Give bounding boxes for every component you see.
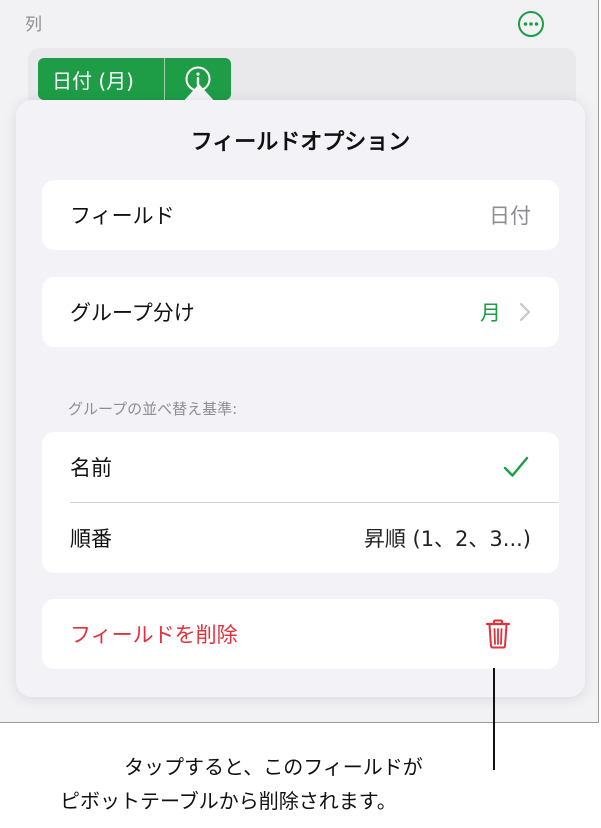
field-card: フィールド 日付	[42, 180, 559, 250]
trash-icon	[485, 619, 511, 649]
ellipsis-circle-icon	[518, 11, 544, 37]
callout-line-1: タップすると、このフィールドが	[124, 755, 423, 779]
chevron-right-icon	[519, 302, 531, 322]
sort-order-row[interactable]: 順番 昇順 (1、2、3...)	[42, 503, 559, 573]
column-section-label: 列	[25, 15, 42, 35]
field-row-value: 日付	[489, 204, 531, 228]
grouping-card: グループ分け 月	[42, 277, 559, 347]
sort-name-label: 名前	[70, 456, 112, 480]
sort-order-value: 昇順 (1、2、3...)	[363, 527, 531, 551]
popover-title: フィールドオプション	[190, 130, 411, 155]
grouping-row-value: 月	[480, 301, 501, 325]
grouping-row[interactable]: グループ分け 月	[42, 277, 559, 347]
field-row-label: フィールド	[70, 204, 175, 228]
sort-section-header: グループの並べ替え基準:	[68, 400, 238, 418]
callout-line-2: ピボットテーブルから削除されます。	[60, 789, 397, 813]
delete-field-label: フィールドを削除	[70, 623, 238, 647]
sort-card: 名前 順番 昇順 (1、2、3...)	[42, 432, 559, 573]
delete-field-button[interactable]: フィールドを削除	[42, 599, 559, 669]
sort-order-label: 順番	[70, 527, 112, 551]
more-options-button[interactable]	[517, 10, 545, 38]
sort-by-name-row[interactable]: 名前	[42, 432, 559, 502]
checkmark-icon	[503, 456, 529, 478]
grouping-row-label: グループ分け	[70, 301, 195, 325]
field-chip-label: 日付 (月)	[52, 68, 134, 93]
callout-leader-line	[493, 668, 495, 770]
field-row: フィールド 日付	[42, 180, 559, 250]
delete-card: フィールドを削除	[42, 599, 559, 669]
